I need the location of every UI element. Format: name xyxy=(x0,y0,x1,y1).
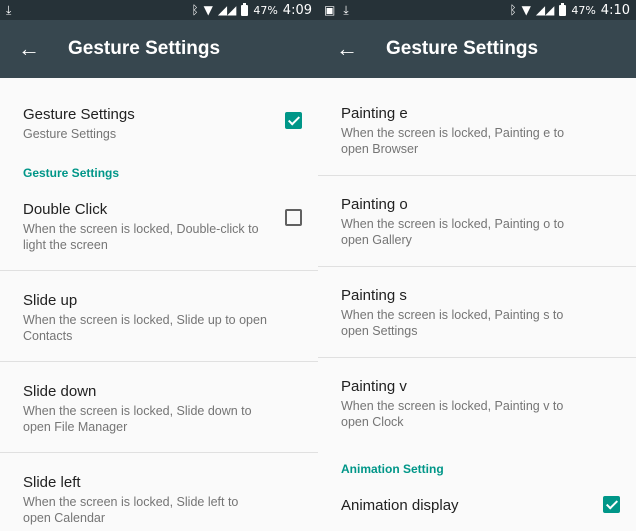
left-screen: ⤓ ᛒ ▼ ◢◢ 47% 4:09 ← Gesture Settings Ges… xyxy=(0,0,318,531)
clock: 4:10 xyxy=(600,2,630,18)
double-click-row[interactable]: Double Click When the screen is locked, … xyxy=(0,180,318,270)
signal-icon: ◢◢ xyxy=(535,3,555,17)
row-summary: When the screen is locked, Painting o to… xyxy=(341,217,565,247)
page-title: Gesture Settings xyxy=(386,38,539,59)
bluetooth-icon: ᛒ xyxy=(191,3,199,17)
app-bar: ← Gesture Settings xyxy=(0,20,318,78)
row-title: Painting o xyxy=(341,196,408,213)
row-title: Painting e xyxy=(341,105,408,122)
app-bar: ← Gesture Settings xyxy=(318,20,636,78)
double-click-checkbox[interactable] xyxy=(285,209,302,226)
status-bar: ⤓ ᛒ ▼ ◢◢ 47% 4:09 xyxy=(0,0,318,20)
animation-display-checkbox[interactable] xyxy=(603,496,620,513)
signal-icon: ◢◢ xyxy=(217,3,237,17)
gesture-settings-toggle-row[interactable]: Gesture Settings Gesture Settings xyxy=(0,78,318,160)
back-arrow-icon[interactable]: ← xyxy=(0,36,54,62)
row-summary: When the screen is locked, Slide left to… xyxy=(23,495,239,525)
slide-up-row[interactable]: Slide up When the screen is locked, Slid… xyxy=(0,271,318,361)
animation-display-row[interactable]: Animation display xyxy=(318,476,636,531)
wifi-icon: ▼ xyxy=(521,3,531,17)
battery-percent: 47% xyxy=(571,3,596,17)
bluetooth-icon: ᛒ xyxy=(509,3,517,17)
slide-left-row[interactable]: Slide left When the screen is locked, Sl… xyxy=(0,453,318,531)
back-arrow-icon[interactable]: ← xyxy=(318,36,372,62)
row-summary: When the screen is locked, Double-click … xyxy=(23,222,259,252)
painting-o-row[interactable]: Painting o When the screen is locked, Pa… xyxy=(318,176,636,266)
right-screen: ▣ ⤓ ᛒ ▼ ◢◢ 47% 4:10 ← Gesture Settings P… xyxy=(318,0,636,531)
slide-down-row[interactable]: Slide down When the screen is locked, Sl… xyxy=(0,362,318,452)
row-summary: When the screen is locked, Slide up to o… xyxy=(23,313,267,343)
row-title: Gesture Settings xyxy=(23,106,135,123)
row-summary: When the screen is locked, Painting s to… xyxy=(341,308,564,338)
category-header: Animation Setting xyxy=(341,462,444,476)
clock: 4:09 xyxy=(282,2,312,18)
row-title: Slide down xyxy=(23,383,97,400)
row-title: Double Click xyxy=(23,201,108,218)
download-icon: ⤓ xyxy=(343,2,349,17)
row-title: Slide up xyxy=(23,292,78,309)
row-title: Animation display xyxy=(341,497,459,514)
painting-e-row[interactable]: Painting e When the screen is locked, Pa… xyxy=(318,78,636,175)
row-summary: When the screen is locked, Slide down to… xyxy=(23,404,252,434)
gesture-settings-checkbox[interactable] xyxy=(285,112,302,129)
settings-list: Gesture Settings Gesture Settings Gestur… xyxy=(0,78,318,531)
settings-list: Painting e When the screen is locked, Pa… xyxy=(318,78,636,531)
battery-percent: 47% xyxy=(253,3,278,17)
battery-icon xyxy=(559,2,567,16)
battery-icon xyxy=(241,2,249,16)
row-title: Slide left xyxy=(23,474,81,491)
painting-s-row[interactable]: Painting s When the screen is locked, Pa… xyxy=(318,267,636,357)
row-title: Painting v xyxy=(341,378,407,395)
row-summary: When the screen is locked, Painting e to… xyxy=(341,126,565,156)
wifi-icon: ▼ xyxy=(203,3,213,17)
page-title: Gesture Settings xyxy=(68,38,221,59)
image-icon: ▣ xyxy=(324,3,336,17)
download-icon: ⤓ xyxy=(6,2,12,17)
row-summary: Gesture Settings xyxy=(23,127,117,141)
row-summary: When the screen is locked, Painting v to… xyxy=(341,399,564,429)
painting-v-row[interactable]: Painting v When the screen is locked, Pa… xyxy=(318,358,636,448)
status-bar: ▣ ⤓ ᛒ ▼ ◢◢ 47% 4:10 xyxy=(318,0,636,20)
category-header: Gesture Settings xyxy=(23,166,120,180)
row-title: Painting s xyxy=(341,287,407,304)
